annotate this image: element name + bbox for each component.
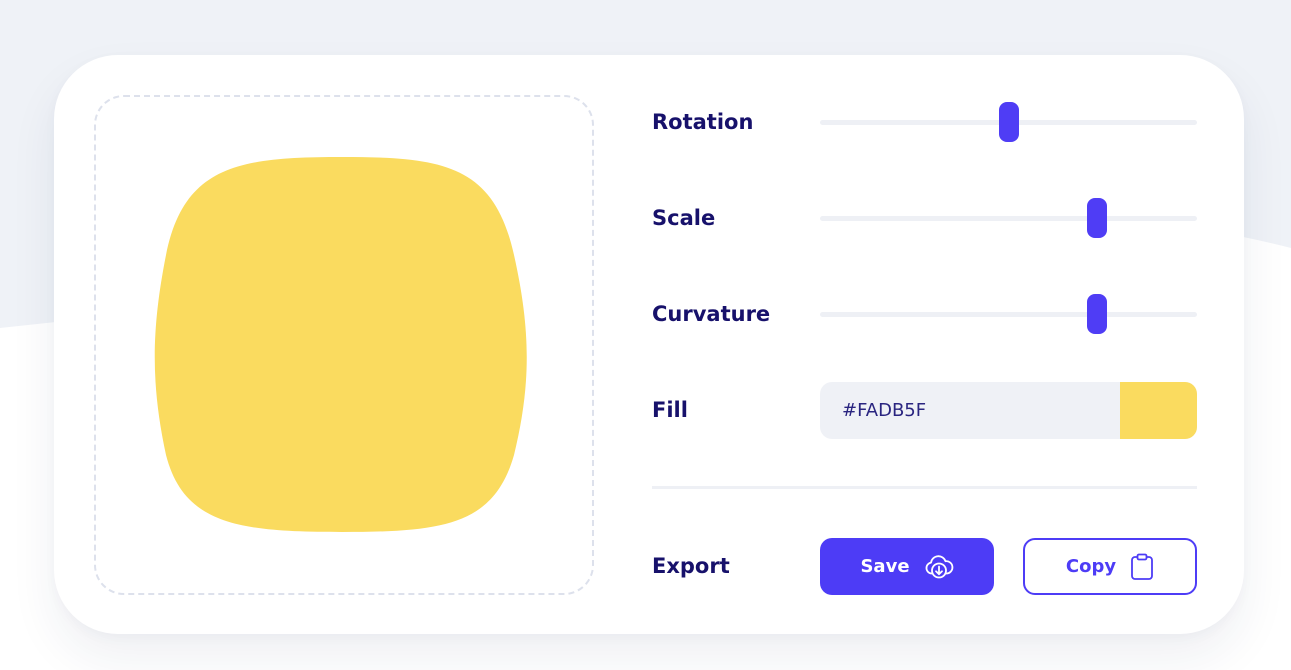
fill-label: Fill [652, 398, 688, 422]
blob-path [154, 157, 527, 532]
scale-slider-track[interactable] [820, 216, 1197, 221]
export-label: Export [652, 554, 730, 578]
cloud-download-icon [925, 554, 953, 578]
rotation-slider[interactable] [820, 102, 1197, 142]
curvature-label: Curvature [652, 302, 771, 326]
fill-color-field [820, 382, 1197, 439]
clipboard-icon [1131, 553, 1153, 580]
controls-panel: Rotation Scale Curvature Fill Export Sav… [652, 55, 1197, 634]
scale-label: Scale [652, 206, 716, 230]
scale-slider[interactable] [820, 198, 1197, 238]
curvature-slider[interactable] [820, 294, 1197, 334]
curvature-slider-track[interactable] [820, 312, 1197, 317]
section-divider [652, 486, 1197, 489]
rotation-slider-thumb[interactable] [998, 102, 1019, 142]
save-button-label: Save [860, 556, 910, 577]
fill-color-swatch[interactable] [1120, 382, 1197, 439]
blob-editor-card: Rotation Scale Curvature Fill Export Sav… [54, 55, 1244, 634]
curvature-slider-thumb[interactable] [1087, 294, 1108, 334]
fill-hex-input[interactable] [820, 382, 1120, 439]
save-button[interactable]: Save [820, 538, 994, 595]
preview-canvas [94, 95, 594, 595]
copy-button[interactable]: Copy [1023, 538, 1197, 595]
scale-slider-thumb[interactable] [1087, 198, 1108, 238]
copy-button-label: Copy [1065, 556, 1117, 577]
rotation-label: Rotation [652, 110, 754, 134]
blob-shape [154, 157, 527, 532]
